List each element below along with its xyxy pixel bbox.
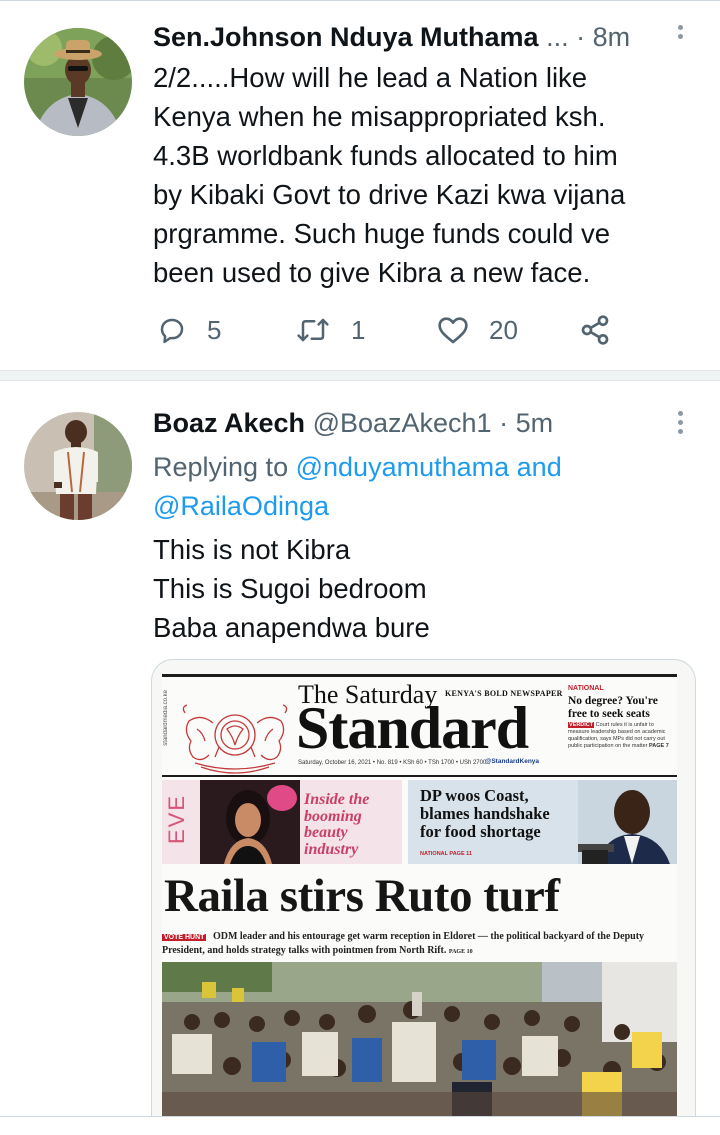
national-headline: No degree? You're free to seek seats xyxy=(568,695,658,721)
mention-link[interactable]: @nduyamuthama xyxy=(296,452,510,482)
dp-teaser: DP woos Coast, blames handshake for food… xyxy=(408,780,677,864)
reply-icon xyxy=(160,318,184,344)
replying-prefix: Replying to xyxy=(153,452,289,482)
tweet-text-line: prgramme. Such huge funds could ve xyxy=(153,218,611,249)
avatar[interactable] xyxy=(24,28,132,136)
eve-teaser-text: Inside the booming beauty industry xyxy=(304,791,370,858)
author-name[interactable]: Boaz Akech xyxy=(153,408,305,438)
social-handle: @StandardKenya xyxy=(485,758,540,765)
tweet-text-line: Baba anapendwa bure xyxy=(153,612,430,643)
tweet-text: This is not Kibra This is Sugoi bedroom … xyxy=(153,530,430,647)
headline-deck: VOTE HUNT ODM leader and his entourage g… xyxy=(162,930,677,959)
national-page: PAGE 7 xyxy=(649,743,669,749)
eve-label: EVE xyxy=(164,794,189,845)
verdict-tag: VERDICT xyxy=(568,722,595,728)
tweet-text-line: 2/2.....How will he lead a Nation like xyxy=(153,62,588,93)
tweet-media-image[interactable]: standardmedia.co.ke The Saturday KENYA'S… xyxy=(151,659,696,1135)
separator-dot: · xyxy=(576,22,586,52)
main-headline: Raila stirs Ruto turf xyxy=(164,870,560,922)
national-headline-line: free to seek seats xyxy=(568,708,650,720)
eve-teaser-line: booming xyxy=(304,807,362,825)
reply-count: 5 xyxy=(207,314,222,345)
tweet-text-line: Kenya when he misappropriated ksh. xyxy=(153,101,606,132)
national-tag: NATIONAL xyxy=(568,685,604,692)
masthead-rule xyxy=(162,775,677,777)
tweet-text-line: This is Sugoi bedroom xyxy=(153,573,427,604)
top-rule xyxy=(162,674,677,677)
avatar[interactable] xyxy=(24,412,132,520)
dp-teaser-text: DP woos Coast, blames handshake for food… xyxy=(420,787,550,841)
tweet-1[interactable]: Sen.Johnson Nduya Muthama ... · 8m 2/2..… xyxy=(0,0,720,372)
dp-teaser-line: for food shortage xyxy=(420,822,541,841)
separator-dot: · xyxy=(499,408,509,438)
dp-teaser-line: blames handshake xyxy=(420,804,550,823)
retweet-icon xyxy=(297,318,329,342)
tweet-header: Boaz Akech @BoazAkech1 · 5m xyxy=(153,408,553,439)
tweet-text: 2/2.....How will he lead a Nation like K… xyxy=(153,58,625,292)
tweet-time[interactable]: 5m xyxy=(516,408,554,438)
retweet-button[interactable]: 1 xyxy=(295,310,365,350)
national-summary: VERDICT Court rules it is unfair to meas… xyxy=(568,722,674,750)
newspaper-front-page: standardmedia.co.ke The Saturday KENYA'S… xyxy=(162,674,677,1135)
eve-teaser-line: beauty xyxy=(304,824,348,841)
share-icon xyxy=(581,315,609,345)
tweet-text-line: This is not Kibra xyxy=(153,534,351,565)
like-button[interactable]: 20 xyxy=(437,310,518,350)
coat-of-arms-logo xyxy=(182,704,288,774)
more-menu-icon[interactable] xyxy=(670,408,690,438)
replying-to: Replying to @nduyamuthama and @RailaOdin… xyxy=(153,448,562,526)
crowd-photo xyxy=(162,962,677,1135)
tweet-text-line: 4.3B worldbank funds allocated to him xyxy=(153,140,618,171)
author-name[interactable]: Sen.Johnson Nduya Muthama xyxy=(153,22,539,52)
tweet-text-line: by Kibaki Govt to drive Kazi kwa vijana xyxy=(153,179,626,210)
national-headline-line: No degree? You're xyxy=(568,695,658,707)
tweet-text-line: been used to give Kibra a new face. xyxy=(153,257,591,288)
dateline: Saturday, October 16, 2021 • No. 819 • K… xyxy=(298,760,487,766)
eve-photo xyxy=(200,780,300,864)
eve-teaser-line: industry xyxy=(304,840,359,858)
vote-hunt-tag: VOTE HUNT xyxy=(162,934,207,941)
like-count: 20 xyxy=(489,314,518,345)
dp-teaser-line: DP woos Coast, xyxy=(420,786,529,805)
author-handle[interactable]: ... xyxy=(546,22,569,52)
mention-link[interactable]: @RailaOdinga xyxy=(153,491,329,521)
replying-and[interactable]: and xyxy=(517,452,562,482)
masthead-title: Standard xyxy=(296,695,529,761)
bottom-divider xyxy=(0,1116,720,1135)
more-menu-icon[interactable] xyxy=(670,22,690,52)
reply-button[interactable]: 5 xyxy=(157,310,221,350)
retweet-count: 1 xyxy=(351,314,366,345)
author-handle[interactable]: @BoazAkech1 xyxy=(313,408,492,438)
dp-tag: NATIONAL PAGE 11 xyxy=(420,851,472,857)
share-button[interactable] xyxy=(579,310,611,350)
tweet-actions: 5 1 20 xyxy=(153,310,623,350)
tweet-time[interactable]: 8m xyxy=(593,22,631,52)
eve-teaser-line: Inside the xyxy=(304,791,370,808)
deck-text: ODM leader and his entourage get warm re… xyxy=(162,931,645,956)
eve-teaser: EVE Inside the booming beauty industry xyxy=(162,780,402,864)
tweet-header: Sen.Johnson Nduya Muthama ... · 8m xyxy=(153,22,630,53)
deck-page: PAGE 10 xyxy=(448,949,473,955)
side-text: standardmedia.co.ke xyxy=(163,690,169,746)
dp-photo xyxy=(578,780,677,864)
like-icon xyxy=(438,317,468,344)
